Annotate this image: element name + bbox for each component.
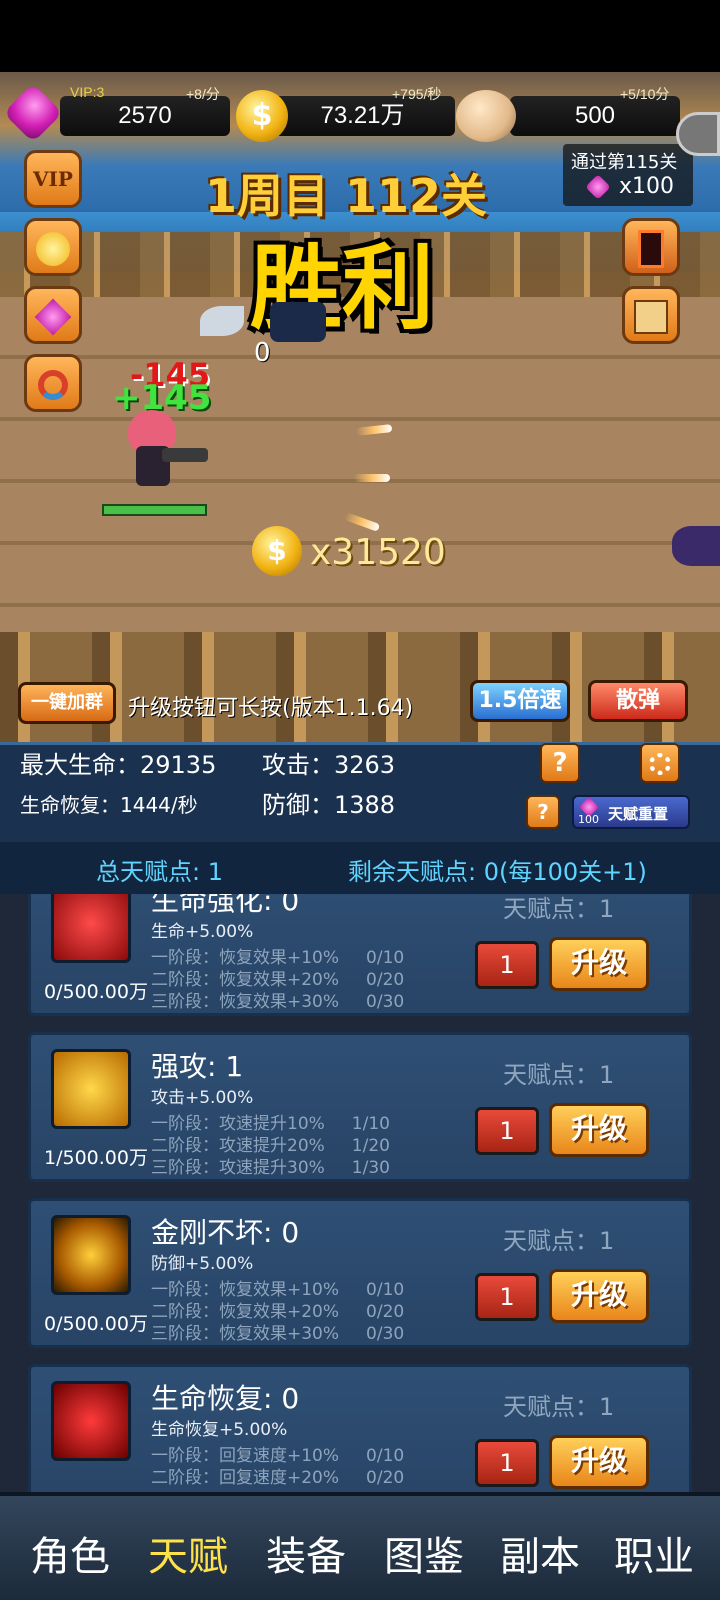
system-status-bar [0, 0, 720, 72]
skull-icon [456, 90, 516, 142]
talent-stage: 三阶段：攻速提升30% 1/30 [151, 1158, 390, 1178]
upgrade-button[interactable]: 升级 [549, 1269, 649, 1323]
bullet [354, 474, 390, 482]
amount-button[interactable]: 1 [475, 1273, 539, 1321]
talent-stage: 二阶段：回复速度+20% 0/20 [151, 1468, 405, 1488]
talent-point-cost: 天赋点：1 [503, 895, 615, 923]
card-deck-button[interactable] [622, 218, 680, 276]
nav-job[interactable]: 职业 [594, 1524, 714, 1582]
speed-button[interactable]: 1.5倍速 [470, 680, 570, 722]
vip-button[interactable]: VIP [24, 150, 82, 208]
coin-rate: +795/秒 [392, 86, 442, 102]
talent-name: 强攻: 1 [151, 1050, 244, 1083]
enemy-sprite-far [672, 526, 720, 566]
gem-shop-button[interactable] [24, 286, 82, 344]
enemy-hp-text: 0 [254, 338, 271, 368]
stats-help-button[interactable]: ? [540, 743, 580, 783]
remaining-talent-points: 剩余天赋点: 0(每100关+1) [348, 858, 647, 886]
settings-button[interactable] [640, 743, 680, 783]
heart-icon [51, 894, 131, 963]
talent-points-bar: 总天赋点: 1 剩余天赋点: 0(每100关+1) [0, 842, 720, 894]
talent-cost: 0/500.00万 [44, 981, 148, 1003]
hero-health-bar [102, 504, 207, 516]
crossbow-icon [51, 1049, 131, 1129]
talent-stage: 三阶段：恢复效果+30% 0/30 [151, 992, 405, 1012]
scatter-button[interactable]: 散弹 [588, 680, 688, 722]
max-hp-stat: 最大生命：29135 [20, 751, 217, 779]
nav-codex[interactable]: 图鉴 [364, 1524, 484, 1582]
diamond-body-icon [51, 1215, 131, 1295]
vip-level: VIP:3 [70, 84, 105, 100]
magnet-button[interactable] [24, 354, 82, 412]
nav-talent[interactable]: 天赋 [128, 1524, 248, 1582]
talent-cost: 0/500.00万 [44, 1313, 148, 1335]
talent-stage: 三阶段：恢复效果+30% 0/30 [151, 1324, 405, 1344]
attack-stat: 攻击：3263 [262, 751, 396, 779]
talent-desc: 生命恢复+5.00% [151, 1420, 288, 1440]
reset-label: 天赋重置 [608, 805, 669, 823]
gem-value: 2570 [118, 102, 172, 129]
talent-point-cost: 天赋点：1 [503, 1061, 615, 1089]
amount-button[interactable]: 1 [475, 1107, 539, 1155]
battle-scene: 2570 VIP:3 +8/分 73.21万 +795/秒 $ 500 +5/1… [0, 72, 720, 742]
talent-desc: 生命+5.00% [151, 922, 254, 942]
cards-button[interactable] [622, 286, 680, 344]
upgrade-button[interactable]: 升级 [549, 937, 649, 991]
potion-icon [51, 1381, 131, 1461]
talent-card: 金刚不坏: 0 防御+5.00% 一阶段：恢复效果+10% 0/10 二阶段：恢… [28, 1198, 692, 1348]
nav-role[interactable]: 角色 [10, 1524, 130, 1582]
talent-card: 生命强化: 0 生命+5.00% 一阶段：恢复效果+10% 0/10 二阶段：恢… [28, 894, 692, 1016]
coin-shop-button[interactable] [24, 218, 82, 276]
nav-equipment[interactable]: 装备 [246, 1524, 366, 1582]
talent-cost: 1/500.00万 [44, 1147, 148, 1169]
amount-button[interactable]: 1 [475, 1439, 539, 1487]
amount-button[interactable]: 1 [475, 941, 539, 989]
defense-stat: 防御：1388 [262, 791, 396, 819]
gem-icon [3, 83, 63, 143]
talent-desc: 攻击+5.00% [151, 1088, 254, 1108]
bottom-nav: 角色 天赋 装备 图鉴 副本 职业 [0, 1492, 720, 1600]
join-group-button[interactable]: 一键加群 [18, 682, 116, 724]
upgrade-button[interactable]: 升级 [549, 1435, 649, 1489]
talent-desc: 防御+5.00% [151, 1254, 254, 1274]
reward-gem-icon [585, 174, 611, 200]
hero-sprite [122, 410, 212, 500]
coin-reward-text: x31520 [310, 532, 446, 573]
talent-name: 生命强化: 0 [151, 894, 300, 917]
talent-help-button[interactable]: ? [526, 795, 560, 829]
total-talent-points: 总天赋点: 1 [96, 858, 223, 886]
hp-regen-stat: 生命恢复：1444/秒 [20, 793, 198, 817]
side-tab-handle[interactable] [676, 112, 720, 156]
talent-reset-button[interactable]: 100 天赋重置 [572, 795, 690, 829]
gem-rate: +8/分 [186, 86, 220, 102]
upgrade-button[interactable]: 升级 [549, 1103, 649, 1157]
coin-icon: $ [236, 90, 288, 142]
talent-point-cost: 天赋点：1 [503, 1227, 615, 1255]
stage-reward-text: 通过第115关 [571, 152, 678, 173]
coin-reward-icon: $ [252, 526, 302, 576]
stats-panel: 最大生命：29135 生命恢复：1444/秒 攻击：3263 防御：1388 ?… [0, 742, 720, 842]
coin-value: 73.21万 [320, 102, 405, 129]
talent-card: 生命恢复: 0 生命恢复+5.00% 一阶段：回复速度+10% 0/10 二阶段… [28, 1364, 692, 1492]
nav-dungeon[interactable]: 副本 [480, 1524, 600, 1582]
talent-name: 生命恢复: 0 [151, 1382, 300, 1415]
skull-rate: +5/10分 [620, 86, 670, 102]
hint-text: 升级按钮可长按(版本1.1.64) [128, 696, 414, 721]
reset-cost: 100 [578, 813, 599, 826]
stage-reward-box: 通过第115关 x100 [563, 144, 693, 206]
talent-list[interactable]: 生命强化: 0 生命+5.00% 一阶段：恢复效果+10% 0/10 二阶段：恢… [0, 894, 720, 1492]
talent-name: 金刚不坏: 0 [151, 1216, 300, 1249]
stage-reward-amount: x100 [619, 174, 675, 199]
talent-card: 强攻: 1 攻击+5.00% 一阶段：攻速提升10% 1/10 二阶段：攻速提升… [28, 1032, 692, 1182]
talent-point-cost: 天赋点：1 [503, 1393, 615, 1421]
skull-value: 500 [574, 102, 616, 129]
